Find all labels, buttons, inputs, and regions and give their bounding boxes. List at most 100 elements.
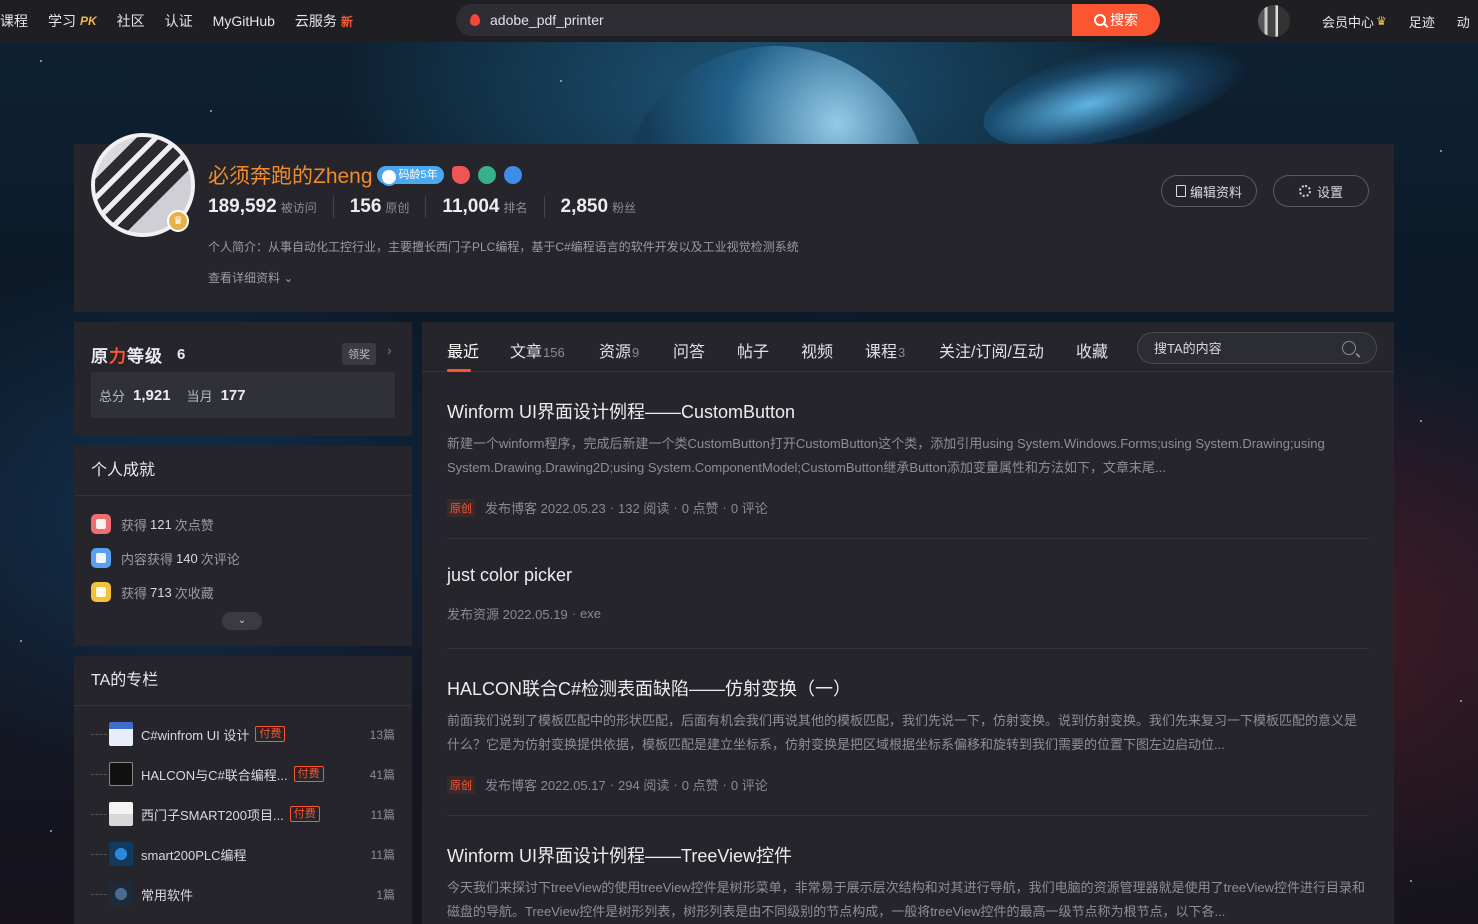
tab-courses[interactable]: 课程3 (865, 338, 905, 362)
read-count: 294 阅读 (618, 778, 670, 793)
resource-item: just color picker 发布资源 2022.05.19 · exe (447, 565, 1369, 623)
nav-link-cloud[interactable]: 云服务 新 (295, 11, 353, 31)
tab-qa[interactable]: 问答 (673, 338, 705, 362)
tab-resources[interactable]: 资源9 (599, 338, 639, 362)
user-avatar[interactable] (1258, 5, 1290, 37)
tab-label: 资源 (599, 344, 632, 361)
tree-connector (91, 733, 107, 735)
read-count: 132 阅读 (618, 501, 670, 516)
dynamic-link[interactable]: 动 (1457, 12, 1470, 31)
article-description[interactable]: 前面我们说到了模板匹配中的形状匹配，后面有机会我们再说其他的模板匹配，我们先说一… (447, 709, 1369, 757)
stat-number: 189,592 (208, 196, 277, 217)
global-search-input[interactable] (490, 12, 1072, 28)
article-title[interactable]: HALCON联合C#检测表面缺陷——仿射变换（一） (447, 675, 1369, 701)
search-icon[interactable] (1342, 341, 1356, 355)
tab-label: 课程 (865, 344, 898, 361)
tab-count: 156 (543, 345, 565, 360)
resource-title[interactable]: just color picker (447, 565, 1369, 586)
nav-link-learn-label: 学习 (48, 13, 76, 29)
edit-icon (1175, 185, 1186, 197)
column-item[interactable]: 西门子SMART200项目... 付费 11篇 (91, 801, 395, 827)
edit-profile-button[interactable]: 编辑资料 (1161, 175, 1257, 207)
view-details-link[interactable]: 查看详细资料 ⌄ (208, 269, 293, 286)
achievement-pre: 获得 (121, 585, 148, 601)
nav-link-mygithub[interactable]: MyGitHub (213, 13, 275, 29)
column-count: 41篇 (369, 767, 395, 782)
column-item[interactable]: C#winfrom UI 设计 付费 13篇 (91, 721, 395, 747)
chevron-right-icon[interactable]: › (387, 342, 392, 358)
nav-link-community[interactable]: 社区 (117, 11, 145, 31)
star (1410, 880, 1412, 882)
achievement-favorites: 获得 713 次收藏 (91, 582, 214, 602)
star (1440, 150, 1442, 152)
like-count: 0 点赞 (681, 778, 719, 793)
crown-icon: ♛ (1376, 14, 1387, 28)
total-score-value: 1,921 (133, 386, 171, 404)
comment-count: 0 评论 (730, 501, 768, 516)
footprint-link[interactable]: 足迹 (1409, 12, 1435, 31)
file-extension: exe (580, 606, 601, 621)
tab-posts[interactable]: 帖子 (737, 338, 769, 362)
stat-rank: 11,004 排名 (442, 196, 545, 218)
article-description[interactable]: 今天我们来探讨下treeView的使用treeView控件是树形菜单，非常易于展… (447, 876, 1369, 924)
separator: · (722, 500, 727, 515)
column-item[interactable]: smart200PLC编程 11篇 (91, 841, 395, 867)
stat-label: 排名 (503, 201, 528, 215)
article-item: HALCON联合C#检测表面缺陷——仿射变换（一） 前面我们说到了模板匹配中的形… (447, 675, 1369, 794)
tab-follow[interactable]: 关注/订阅/互动 (939, 338, 1044, 362)
star (1460, 700, 1462, 702)
search-icon (1094, 14, 1106, 26)
article-meta: 原创 发布博客 2022.05.23 · 132 阅读 · 0 点赞 · 0 评论 (447, 498, 1369, 517)
gear-icon (1298, 185, 1311, 197)
search-button[interactable]: 搜索 (1072, 4, 1160, 36)
edit-profile-label: 编辑资料 (1189, 184, 1242, 200)
tab-recent[interactable]: 最近 (447, 338, 479, 362)
tab-label: 最近 (447, 344, 480, 361)
profile-name[interactable]: 必须奔跑的Zheng (208, 160, 373, 190)
stat-original: 156 原创 (350, 196, 427, 218)
level-score-box: 总分 1,921 当月 177 (91, 372, 395, 418)
paid-badge: 付费 (289, 806, 320, 822)
column-count: 13篇 (369, 727, 395, 742)
tab-favorites[interactable]: 收藏 (1076, 338, 1108, 362)
tab-articles[interactable]: 文章156 (510, 338, 565, 362)
achievement-num: 121 (150, 516, 172, 532)
article-title[interactable]: Winform UI界面设计例程——CustomButton (447, 398, 1369, 424)
gender-male-icon (503, 166, 522, 184)
divider (447, 538, 1369, 539)
achievement-badge-icon (477, 166, 496, 184)
article-title[interactable]: Winform UI界面设计例程——TreeView控件 (447, 842, 1369, 868)
settings-button[interactable]: 设置 (1273, 175, 1369, 207)
publish-date: 发布博客 2022.05.23 (485, 501, 606, 516)
star (20, 640, 22, 642)
tab-label: 问答 (673, 344, 706, 361)
columns-panel: TA的专栏 C#winfrom UI 设计 付费 13篇 HALCON与C#联合… (74, 656, 412, 924)
article-description[interactable]: 新建一个winform程序，完成后新建一个类CustomButton打开Cust… (447, 432, 1369, 480)
column-name: C#winfrom UI 设计 (141, 727, 250, 743)
tab-videos[interactable]: 视频 (801, 338, 833, 362)
nav-link-learn[interactable]: 学习 PK (48, 11, 97, 31)
star (560, 80, 562, 82)
column-name: HALCON与C#联合编程... (141, 767, 288, 783)
nav-link-certification[interactable]: 认证 (165, 11, 193, 31)
nav-link-courses[interactable]: 课程 (0, 11, 28, 31)
stat-visits: 189,592 被访问 (208, 196, 334, 218)
active-tab-indicator (447, 369, 471, 372)
tree-connector (91, 813, 107, 815)
brand-char: 原 (91, 347, 109, 366)
column-item[interactable]: HALCON与C#联合编程... 付费 41篇 (91, 761, 395, 787)
settings-label: 设置 (1316, 184, 1343, 200)
pk-badge: PK (80, 14, 97, 28)
member-center-link[interactable]: 会员中心 ♛ (1322, 12, 1387, 31)
content-search-input[interactable] (1138, 340, 1342, 356)
tab-label: 帖子 (737, 344, 770, 361)
claim-reward-button[interactable]: 领奖 (342, 343, 376, 365)
article-meta: 原创 发布博客 2022.05.17 · 294 阅读 · 0 点赞 · 0 评论 (447, 775, 1369, 794)
profile-bio: 个人简介：从事自动化工控行业，主要擅长西门子PLC编程，基于C#编程语言的软件开… (208, 240, 799, 254)
favorite-icon (91, 582, 111, 602)
expand-achievements-button[interactable]: ⌄ (222, 612, 262, 630)
column-item[interactable]: 常用软件 1篇 (91, 881, 395, 907)
column-thumbnail (109, 722, 133, 746)
stat-number: 11,004 (442, 196, 500, 217)
column-thumbnail (109, 842, 133, 866)
